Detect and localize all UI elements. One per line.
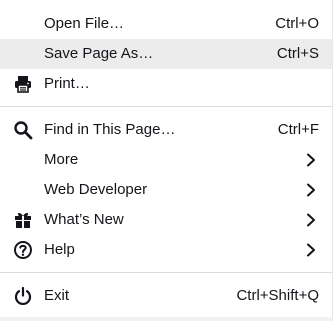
menu-item-more[interactable]: More xyxy=(0,145,332,175)
menu-item-label: Save Page As… xyxy=(44,45,154,62)
power-icon xyxy=(13,286,33,306)
chevron-right-icon xyxy=(305,183,317,197)
menu-item-help[interactable]: Help xyxy=(0,235,332,265)
menu-item-shortcut: Ctrl+Shift+Q xyxy=(236,287,319,304)
menu-item-label: Help xyxy=(44,241,75,258)
menu-item-label: Exit xyxy=(44,287,70,304)
menu-item-label: More xyxy=(44,151,79,168)
menu-item-whats-new[interactable]: What’s New xyxy=(0,205,332,235)
menu-item-exit[interactable]: Exit Ctrl+Shift+Q xyxy=(0,281,332,311)
menu-item-shortcut: Ctrl+O xyxy=(275,15,319,32)
help-icon xyxy=(13,240,33,260)
menu-item-shortcut: Ctrl+S xyxy=(276,45,319,62)
menu-item-find-in-page[interactable]: Find in This Page… Ctrl+F xyxy=(0,115,332,145)
menu-item-web-developer[interactable]: Web Developer xyxy=(0,175,332,205)
menu-item-print[interactable]: Print… xyxy=(0,69,332,99)
menu-item-label: Open File… xyxy=(44,15,125,32)
chevron-right-icon xyxy=(305,153,317,167)
menu-item-label: Find in This Page… xyxy=(44,121,176,138)
menu-top-edge xyxy=(0,0,332,6)
menu-separator xyxy=(0,106,332,107)
menu-item-shortcut: Ctrl+F xyxy=(277,121,319,138)
search-icon xyxy=(13,120,33,140)
app-menu: Open File… Ctrl+O Save Page As… Ctrl+S P… xyxy=(0,0,333,321)
menu-bottom-edge xyxy=(0,317,332,321)
menu-item-label: Print… xyxy=(44,75,90,92)
menu-item-label: What’s New xyxy=(44,211,124,228)
menu-item-label: Web Developer xyxy=(44,181,148,198)
printer-icon xyxy=(13,74,33,94)
gift-icon xyxy=(13,210,33,230)
menu-item-save-page-as[interactable]: Save Page As… Ctrl+S xyxy=(0,39,332,69)
menu-separator xyxy=(0,272,332,273)
menu-item-open-file[interactable]: Open File… Ctrl+O xyxy=(0,9,332,39)
chevron-right-icon xyxy=(305,243,317,257)
chevron-right-icon xyxy=(305,213,317,227)
